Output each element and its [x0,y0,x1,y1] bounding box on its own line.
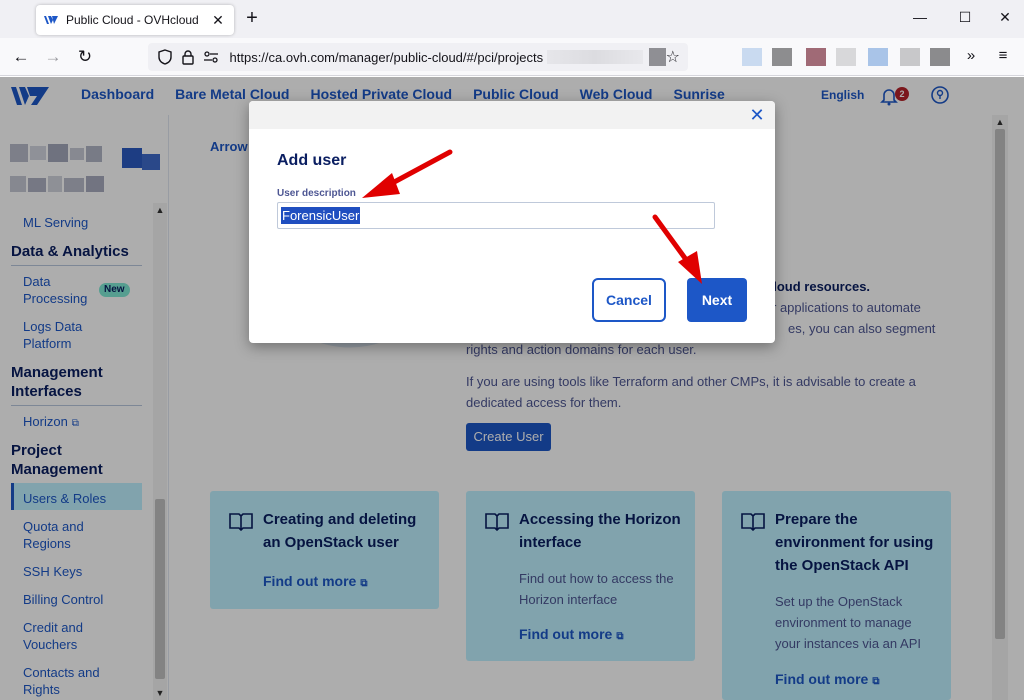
browser-tab-bar: Public Cloud - OVHcloud ✕ + — ☐ ✕ [0,0,1024,38]
url-text: https://ca.ovh.com/manager/public-cloud/… [229,49,544,65]
modal-header-bar [249,101,775,129]
extension-icon[interactable] [742,48,762,66]
add-user-modal: ✕ Add user User description ForensicUser… [249,101,775,343]
extension-icon[interactable] [930,48,950,66]
extension-icon[interactable] [772,48,792,66]
lock-icon[interactable] [179,48,196,66]
tab-title: Public Cloud - OVHcloud [66,13,199,27]
overflow-menu-icon[interactable]: » [960,47,982,64]
extension-icon[interactable] [900,48,920,66]
modal-close-icon[interactable]: ✕ [746,104,768,126]
redacted-url-segment [648,48,666,66]
hamburger-menu-icon[interactable]: ≡ [992,47,1014,64]
url-bar[interactable]: https://ca.ovh.com/manager/public-cloud/… [148,43,688,71]
tab-close-icon[interactable]: ✕ [210,12,226,29]
reload-icon[interactable]: ↻ [74,46,96,68]
redacted-url-segment [547,50,643,64]
bookmark-star-icon[interactable]: ☆ [666,47,680,67]
maximize-icon[interactable]: ☐ [950,9,980,26]
permissions-icon[interactable] [202,48,219,66]
modal-title: Add user [277,152,347,169]
extension-icon[interactable] [836,48,856,66]
window-close-icon[interactable]: ✕ [990,9,1020,26]
next-button[interactable]: Next [687,278,747,322]
ovh-favicon-icon [44,16,58,24]
cancel-button[interactable]: Cancel [592,278,666,322]
new-tab-button[interactable]: + [240,7,264,31]
user-description-value: ForensicUser [281,207,361,224]
back-icon[interactable]: ← [10,46,32,68]
user-description-input[interactable]: ForensicUser [277,202,715,229]
extension-icon[interactable] [806,48,826,66]
user-description-label: User description [277,188,356,199]
forward-icon[interactable]: → [42,46,64,68]
browser-nav-bar: ← → ↻ https://ca.ovh.com/manager/public-… [0,38,1024,76]
shield-icon[interactable] [156,48,173,66]
browser-tab[interactable]: Public Cloud - OVHcloud ✕ [36,5,234,35]
extension-icon[interactable] [868,48,888,66]
minimize-icon[interactable]: — [905,9,935,25]
